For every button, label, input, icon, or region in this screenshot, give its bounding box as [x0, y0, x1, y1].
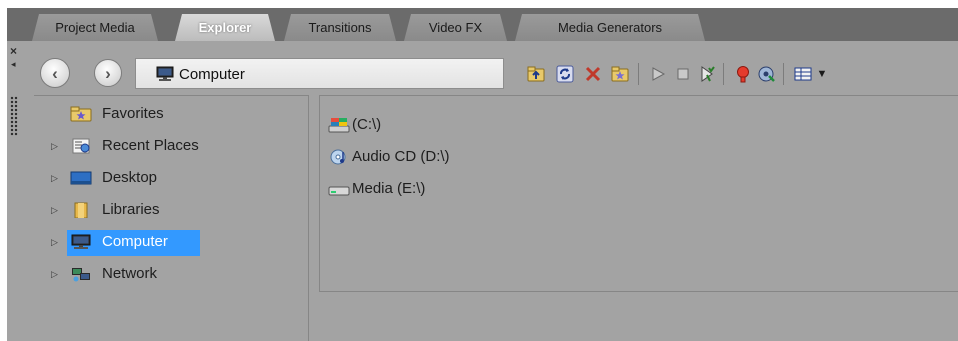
toolbar-separator	[783, 63, 784, 85]
chevron-right-icon: ›	[105, 63, 111, 83]
recent-places-icon	[72, 138, 90, 154]
toolbar-separator	[638, 63, 639, 85]
views-dropdown-icon[interactable]: ▼	[815, 64, 829, 84]
tab-transitions[interactable]: Transitions	[284, 14, 396, 41]
close-icon[interactable]: ×	[10, 45, 17, 57]
favorites-icon	[70, 106, 92, 122]
dock-grip-handle[interactable]	[10, 96, 18, 136]
expand-arrow-icon[interactable]: ▷	[51, 230, 58, 254]
delete-icon[interactable]	[583, 64, 603, 84]
explorer-window: Project Media Explorer Transitions Video…	[7, 8, 958, 341]
chevron-left-icon: ‹	[52, 63, 58, 83]
tab-project-media[interactable]: Project Media	[32, 14, 158, 41]
up-folder-icon[interactable]	[526, 64, 546, 84]
add-favorite-icon[interactable]	[610, 64, 630, 84]
tab-strip: Project Media Explorer Transitions Video…	[7, 8, 958, 41]
desktop-icon	[70, 171, 92, 185]
hard-drive-icon	[328, 186, 350, 196]
tree-item-label: Network	[102, 265, 158, 282]
tab-video-fx[interactable]: Video FX	[404, 14, 507, 41]
tab-explorer[interactable]: Explorer	[175, 14, 275, 41]
toolbar-separator	[723, 63, 724, 85]
expand-arrow-icon[interactable]: ▷	[51, 262, 58, 286]
computer-icon	[156, 66, 174, 81]
stop-icon[interactable]	[673, 64, 693, 84]
tree-item-label: Recent Places	[102, 137, 199, 154]
system-drive-icon	[328, 118, 350, 133]
audio-cd-icon	[330, 149, 346, 165]
expand-arrow-icon[interactable]: ▷	[51, 134, 58, 158]
expand-arrow-icon[interactable]: ▷	[51, 166, 58, 190]
folder-tree: Favorites ▷ Recent Places ▷ Desktop ▷ Li…	[34, 95, 309, 341]
record-icon[interactable]	[733, 64, 753, 84]
list-item-label: Media (E:\)	[352, 180, 426, 197]
address-path: Computer	[179, 66, 245, 83]
tree-item-label: Computer	[102, 233, 168, 250]
list-item-label: Audio CD (D:\)	[352, 148, 450, 165]
views-icon[interactable]	[793, 64, 813, 84]
file-list-pane: (C:\) Audio CD (D:\) Media (E:\)	[319, 95, 958, 292]
refresh-icon[interactable]	[555, 64, 575, 84]
computer-icon	[71, 234, 91, 249]
back-button[interactable]: ‹	[40, 58, 70, 88]
tree-item-label: Favorites	[102, 105, 164, 122]
address-bar[interactable]: Computer	[135, 58, 504, 89]
tree-item-label: Desktop	[102, 169, 158, 186]
network-icon	[72, 268, 90, 282]
tab-media-generators[interactable]: Media Generators	[515, 14, 705, 41]
expand-arrow-icon[interactable]: ▷	[51, 198, 58, 222]
libraries-icon	[74, 202, 88, 218]
tree-item-label: Libraries	[102, 201, 160, 218]
auto-preview-icon[interactable]	[697, 64, 717, 84]
list-item-label: (C:\)	[352, 116, 382, 133]
pin-icon[interactable]: ◂	[11, 60, 16, 69]
forward-button[interactable]: ›	[94, 59, 122, 87]
play-icon[interactable]	[648, 64, 668, 84]
extract-audio-icon[interactable]	[757, 64, 777, 84]
